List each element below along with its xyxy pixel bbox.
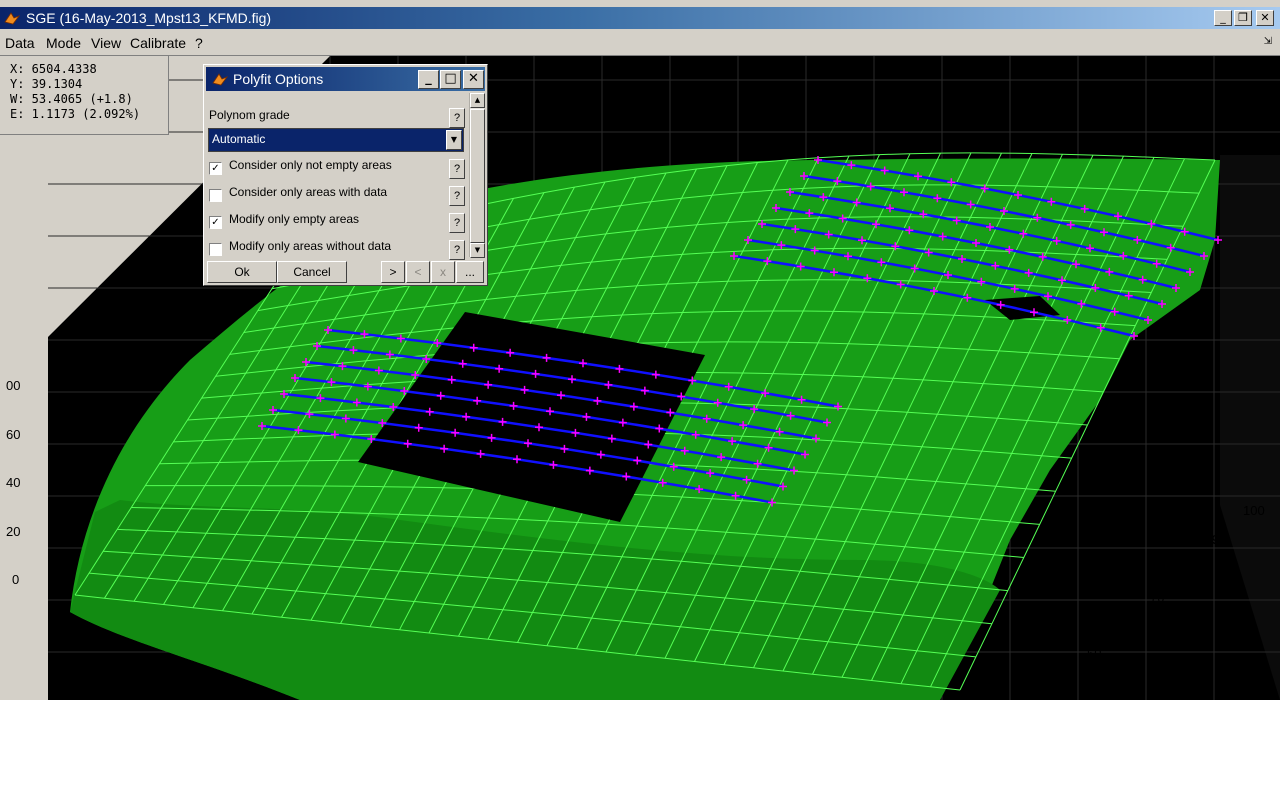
readout-w: W: 53.4065 (+1.8) [10,92,133,106]
option-label: Consider only not empty areas [229,158,392,172]
menu-data[interactable]: Data [5,35,35,51]
z-tick-label: 60 [6,427,21,442]
checkbox-modify-without-data[interactable] [209,243,222,256]
matlab-app-icon [212,73,228,86]
polynom-grade-select[interactable]: Automatic ▼ [208,128,464,152]
y-tick-label: 70 [1150,590,1165,605]
y-tick-label: 100 [1243,503,1265,518]
surface-plot[interactable] [0,56,1280,700]
y-tick-label: 80 [1181,560,1196,575]
y-tick-label: 90 [1212,532,1227,547]
checkbox-modify-empty[interactable]: ✓ [209,216,222,229]
plot-canvas[interactable] [0,56,1280,700]
option-label: Modify only areas without data [229,239,392,253]
coordinate-readout: X: 6504.4338 Y: 39.1304 W: 53.4065 (+1.8… [0,56,169,135]
close-button[interactable]: ✕ [1256,10,1274,26]
menu-help[interactable]: ? [195,35,203,51]
scrollbar-thumb[interactable] [470,109,485,243]
next-button[interactable]: > [381,261,405,283]
readout-y: Y: 39.1304 [10,77,83,91]
menu-view[interactable]: View [91,35,121,51]
help-button-option[interactable]: ? [449,186,465,206]
dialog-close-button[interactable]: ✕ [463,70,484,89]
scroll-up-icon[interactable]: ▲ [470,93,485,108]
polynom-grade-value: Automatic [212,132,266,146]
polynom-grade-label: Polynom grade [209,108,290,122]
cancel-button[interactable]: Cancel [277,261,347,283]
dialog-minimize-button[interactable]: _ [418,70,439,89]
matlab-app-icon [4,12,20,25]
more-button[interactable]: ... [456,261,484,283]
window-titlebar: SGE (16-May-2013_Mpst13_KFMD.fig) _ ❐ ✕ [0,7,1280,29]
help-button-option[interactable]: ? [449,213,465,233]
prev-button[interactable]: < [406,261,430,283]
y-tick-label: 40 [1056,674,1071,689]
menu-calibrate[interactable]: Calibrate [130,35,186,51]
ok-button[interactable]: Ok [207,261,277,283]
help-button-grade[interactable]: ? [449,108,465,128]
minimize-button[interactable]: _ [1214,10,1232,26]
dialog-scrollbar[interactable]: ▲ ▼ [469,93,485,258]
scroll-down-icon[interactable]: ▼ [470,243,485,258]
dialog-titlebar: Polyfit Options _ □ ✕ [206,67,485,91]
y-tick-label: 60 [1119,618,1134,633]
chevron-down-icon[interactable]: ▼ [446,130,462,150]
y-tick-label: 50 [1087,646,1102,661]
checkbox-consider-not-empty[interactable]: ✓ [209,162,222,175]
help-button-option[interactable]: ? [449,240,465,260]
restore-button[interactable]: ❐ [1234,10,1252,26]
dialog-title: Polyfit Options [233,71,324,87]
z-tick-label: 0 [12,572,20,587]
help-button-option[interactable]: ? [449,159,465,179]
polyfit-options-dialog: Polyfit Options _ □ ✕ Polynom grade ? Au… [203,64,488,286]
window-title: SGE (16-May-2013_Mpst13_KFMD.fig) [26,10,272,26]
z-tick-label: 20 [6,524,21,539]
menu-mode[interactable]: Mode [46,35,81,51]
z-tick-label: 00 [6,378,21,393]
status-area [0,700,1280,800]
option-label: Modify only empty areas [229,212,360,226]
x-button[interactable]: x [431,261,455,283]
readout-x: X: 6504.4338 [10,62,97,76]
readout-e: E: 1.1173 (2.092%) [10,107,141,121]
checkbox-consider-with-data[interactable] [209,189,222,202]
menu-bar: Data Mode View Calibrate ? ⇲ [0,30,1280,56]
toolbar-dock-arrow-icon[interactable]: ⇲ [1264,36,1272,47]
dialog-maximize-button[interactable]: □ [440,70,461,89]
option-label: Consider only areas with data [229,185,388,199]
z-tick-label: 40 [6,475,21,490]
